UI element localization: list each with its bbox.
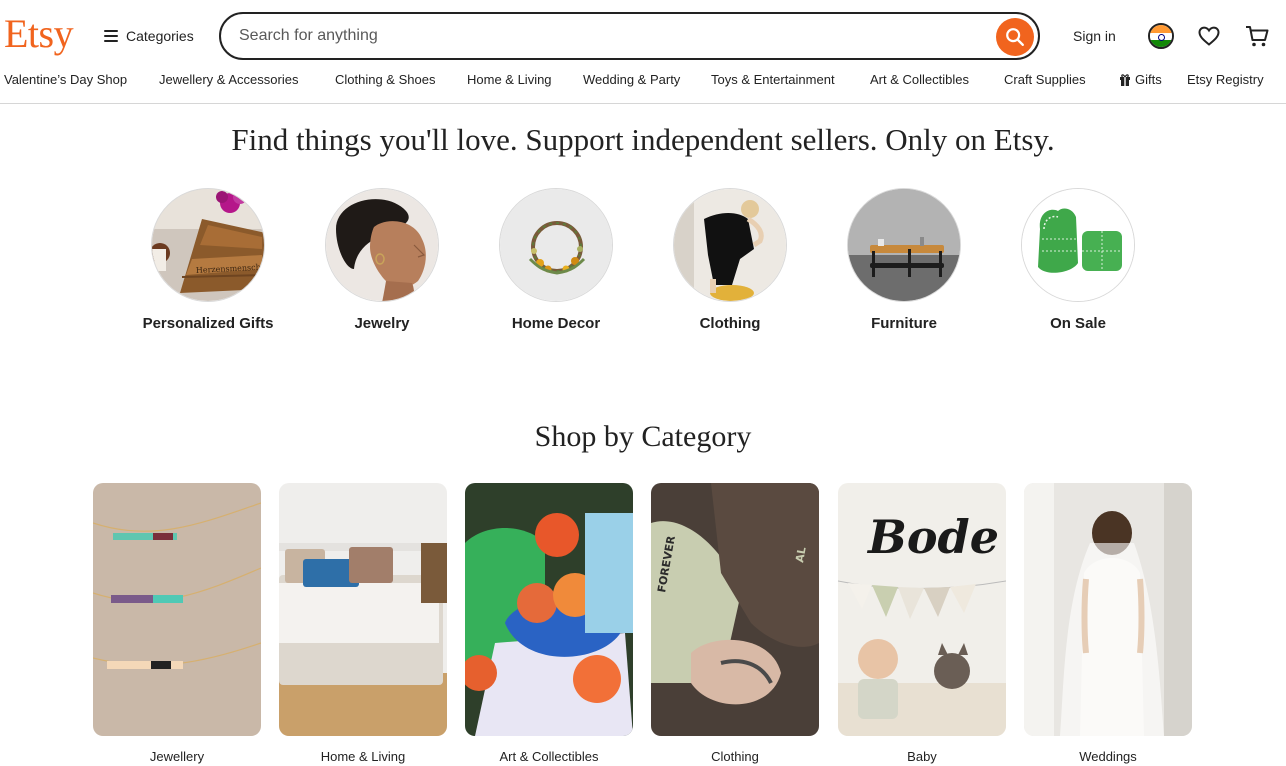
sign-in-link[interactable]: Sign in (1073, 28, 1116, 44)
on-sale-image (1021, 188, 1135, 302)
card-label: Weddings (1079, 749, 1137, 764)
category-card-clothing[interactable]: FOREVER AL Clothing (651, 483, 819, 764)
nav-item-etsy-registry[interactable]: Etsy Registry (1187, 72, 1264, 87)
weddings-image (1024, 483, 1192, 736)
category-card-weddings[interactable]: Weddings (1024, 483, 1192, 764)
sleeve-text-2: AL (793, 546, 808, 564)
search-icon (1006, 28, 1024, 46)
card-label: Clothing (711, 749, 759, 764)
card-label: Home & Living (320, 749, 406, 764)
card-label: Jewellery (149, 749, 205, 764)
circle-jewelry[interactable]: Jewelry (325, 188, 439, 332)
hero-title: Find things you'll love. Support indepen… (231, 122, 1055, 157)
bode-sign-text: Bode (866, 510, 999, 564)
category-card-jewellery[interactable]: Jewellery (93, 483, 261, 764)
search-bar (219, 12, 1040, 60)
cart-icon[interactable] (1244, 23, 1270, 49)
nav-item-gifts[interactable]: Gifts (1119, 72, 1162, 87)
shop-by-category-title: Shop by Category (534, 420, 752, 453)
nav-item-clothing-shoes[interactable]: Clothing & Shoes (335, 72, 435, 87)
nav-item-art-collectibles[interactable]: Art & Collectibles (870, 72, 969, 87)
circle-label: Furniture (871, 315, 937, 332)
circle-on-sale[interactable]: On Sale (1021, 188, 1135, 332)
nav-item-toys-entertainment[interactable]: Toys & Entertainment (711, 72, 835, 87)
baby-image: Bode (838, 483, 1006, 736)
circle-label: Home Decor (511, 315, 601, 332)
circle-label: Jewelry (354, 315, 410, 332)
india-flag-icon[interactable] (1148, 23, 1174, 49)
nav-item-valentines-day-shop[interactable]: Valentine’s Day Shop (4, 72, 127, 87)
categories-label: Categories (126, 28, 194, 44)
nav-item-wedding-party[interactable]: Wedding & Party (583, 72, 680, 87)
art-collectibles-image (465, 483, 633, 736)
clothing-image (673, 188, 787, 302)
search-input[interactable] (239, 27, 979, 45)
nav-item-jewellery-accessories[interactable]: Jewellery & Accessories (159, 72, 298, 87)
circle-label: Personalized Gifts (142, 315, 274, 332)
site-header: Etsy Categories Sign in Valentine’s Day … (0, 0, 1286, 104)
category-nav: Valentine’s Day Shop Jewellery & Accesso… (0, 70, 1286, 92)
circle-clothing[interactable]: Clothing (673, 188, 787, 332)
etsy-logo[interactable]: Etsy (4, 12, 74, 56)
search-button[interactable] (996, 18, 1034, 56)
category-card-home-living[interactable]: Home & Living (279, 483, 447, 764)
category-card-baby[interactable]: Bode Baby (838, 483, 1006, 764)
clothing-category-image: FOREVER AL (651, 483, 819, 736)
circle-label: Clothing (699, 315, 761, 332)
home-decor-image (499, 188, 613, 302)
heart-icon[interactable] (1197, 24, 1221, 48)
nav-item-home-living[interactable]: Home & Living (467, 72, 552, 87)
furniture-image (847, 188, 961, 302)
circle-personalized-gifts[interactable]: Herzensmensch Personalized Gifts (143, 188, 273, 332)
jewellery-image (93, 483, 261, 736)
circle-label: On Sale (1050, 315, 1106, 332)
card-label: Art & Collectibles (499, 749, 599, 764)
nav-item-gifts-label: Gifts (1135, 72, 1162, 87)
jewelry-image (325, 188, 439, 302)
home-living-image (279, 483, 447, 736)
circle-home-decor[interactable]: Home Decor (499, 188, 613, 332)
hamburger-icon (104, 30, 118, 42)
gift-icon (1120, 74, 1130, 86)
categories-button[interactable]: Categories (104, 22, 194, 50)
category-card-art-collectibles[interactable]: Art & Collectibles (465, 483, 633, 764)
circle-furniture[interactable]: Furniture (847, 188, 961, 332)
card-label: Baby (907, 749, 937, 764)
nav-item-craft-supplies[interactable]: Craft Supplies (1004, 72, 1086, 87)
personalized-gifts-image: Herzensmensch (151, 188, 265, 302)
